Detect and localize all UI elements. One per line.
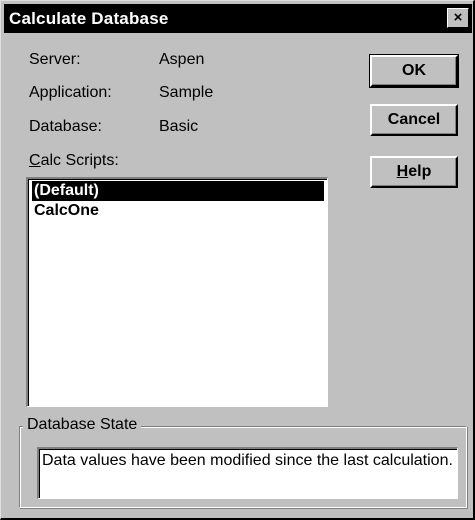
calc-script-item-calcone[interactable]: CalcOne xyxy=(32,201,324,221)
calc-scripts-mnemonic: C xyxy=(29,152,41,169)
server-label: Server: xyxy=(29,51,81,68)
cancel-button[interactable]: Cancel xyxy=(370,104,458,136)
title-bar[interactable]: Calculate Database × xyxy=(4,4,472,33)
help-button[interactable]: Help xyxy=(370,156,458,188)
database-state-text: Data values have been modified since the… xyxy=(37,447,458,499)
cancel-button-label: Cancel xyxy=(387,111,441,128)
calc-scripts-label-text: alc Scripts: xyxy=(40,152,119,169)
close-icon: × xyxy=(453,9,463,26)
help-mnemonic: H xyxy=(396,163,409,180)
ok-button-label: OK xyxy=(402,62,426,79)
database-value: Basic xyxy=(159,118,199,135)
calculate-database-dialog: Calculate Database × Server: Aspen Appli… xyxy=(0,0,475,520)
close-button[interactable]: × xyxy=(447,8,469,28)
application-label: Application: xyxy=(29,84,112,101)
calc-scripts-label: Calc Scripts: xyxy=(29,152,119,170)
help-button-label: elp xyxy=(408,163,432,180)
server-value: Aspen xyxy=(159,51,205,68)
dialog-title: Calculate Database xyxy=(9,9,169,28)
ok-button[interactable]: OK xyxy=(369,54,459,88)
database-state-legend: Database State xyxy=(23,416,142,434)
database-label: Database: xyxy=(29,118,102,135)
calc-script-item-default[interactable]: (Default) xyxy=(32,181,324,201)
calc-scripts-listbox[interactable]: (Default) CalcOne xyxy=(26,177,328,407)
application-value: Sample xyxy=(159,84,214,101)
